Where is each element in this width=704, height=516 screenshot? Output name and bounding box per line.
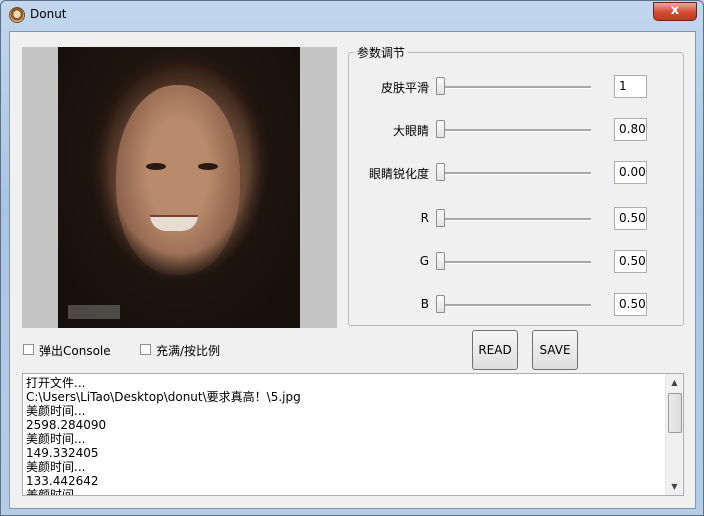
scroll-thumb[interactable] xyxy=(668,393,682,433)
portrait-photo xyxy=(58,47,300,328)
param-label: 皮肤平滑 xyxy=(380,81,429,95)
param-row-b: B 0.50 xyxy=(348,291,684,319)
param-label: 眼睛锐化度 xyxy=(368,167,429,181)
console-lines: 打开文件... C:\Users\LiTao\Desktop\donut\要求真… xyxy=(26,376,666,496)
photo-watermark xyxy=(68,305,120,319)
donut-app-icon xyxy=(9,7,25,23)
slider-thumb[interactable] xyxy=(436,120,445,138)
slider-track[interactable] xyxy=(436,218,591,221)
console-line: 美颜时间... xyxy=(26,460,86,474)
slider-track[interactable] xyxy=(436,86,591,89)
console-scrollbar[interactable]: ▲ ▼ xyxy=(665,374,683,495)
slider-track[interactable] xyxy=(436,129,591,132)
param-value-field[interactable]: 1 xyxy=(614,75,647,98)
slider-thumb[interactable] xyxy=(436,77,445,95)
param-value-field[interactable]: 0.00 xyxy=(614,161,647,184)
console-line: 2598.284090 xyxy=(26,418,107,432)
param-value-field[interactable]: 0.80 xyxy=(614,118,647,141)
slider-thumb[interactable] xyxy=(436,295,445,313)
param-row-r: R 0.50 xyxy=(348,205,684,233)
checkbox-label[interactable]: 充满/按比例 xyxy=(156,342,220,359)
checkbox-box[interactable] xyxy=(140,344,151,355)
param-value-field[interactable]: 0.50 xyxy=(614,250,647,273)
close-button[interactable]: x xyxy=(653,2,697,21)
param-value-field[interactable]: 0.50 xyxy=(614,207,647,230)
console-line: 美颜时间... xyxy=(26,404,86,418)
save-button[interactable]: SAVE xyxy=(532,330,578,370)
app-window: Donut x 参数调节 皮肤平滑 1 大眼睛 0.80 眼睛锐化度 0.00 … xyxy=(0,0,704,516)
param-group-legend: 参数调节 xyxy=(354,44,409,61)
image-preview-panel xyxy=(22,47,337,328)
checkbox-label[interactable]: 弹出Console xyxy=(39,342,111,359)
param-row-skin-smooth: 皮肤平滑 1 xyxy=(348,73,684,101)
param-label: R xyxy=(420,211,429,225)
console-line: 美颜时间... xyxy=(26,432,86,446)
console-line: 打开文件... xyxy=(26,376,86,390)
read-button[interactable]: READ xyxy=(472,330,518,370)
param-label: G xyxy=(419,254,429,268)
checkbox-box[interactable] xyxy=(23,344,34,355)
hair xyxy=(58,47,300,328)
scroll-up-arrow-icon[interactable]: ▲ xyxy=(666,374,683,391)
param-label: 大眼睛 xyxy=(392,124,429,138)
console-line: 美颜时间... xyxy=(26,488,86,496)
console-line: C:\Users\LiTao\Desktop\donut\要求真高！\5.jpg xyxy=(26,390,301,404)
client-area: 参数调节 皮肤平滑 1 大眼睛 0.80 眼睛锐化度 0.00 R 0.50 G xyxy=(9,31,696,509)
param-row-eye-sharpen: 眼睛锐化度 0.00 xyxy=(348,159,684,187)
slider-thumb[interactable] xyxy=(436,252,445,270)
slider-track[interactable] xyxy=(436,261,591,264)
param-label: B xyxy=(420,297,429,311)
console-output[interactable]: 打开文件... C:\Users\LiTao\Desktop\donut\要求真… xyxy=(22,373,684,496)
console-line: 133.442642 xyxy=(26,474,99,488)
param-value-field[interactable]: 0.50 xyxy=(614,293,647,316)
console-line: 149.332405 xyxy=(26,446,99,460)
param-row-g: G 0.50 xyxy=(348,248,684,276)
slider-track[interactable] xyxy=(436,172,591,175)
slider-thumb[interactable] xyxy=(436,163,445,181)
title-bar[interactable]: Donut x xyxy=(1,1,703,29)
param-row-big-eyes: 大眼睛 0.80 xyxy=(348,116,684,144)
slider-track[interactable] xyxy=(436,304,591,307)
window-title: Donut xyxy=(30,7,67,21)
scroll-down-arrow-icon[interactable]: ▼ xyxy=(666,478,683,495)
slider-thumb[interactable] xyxy=(436,209,445,227)
